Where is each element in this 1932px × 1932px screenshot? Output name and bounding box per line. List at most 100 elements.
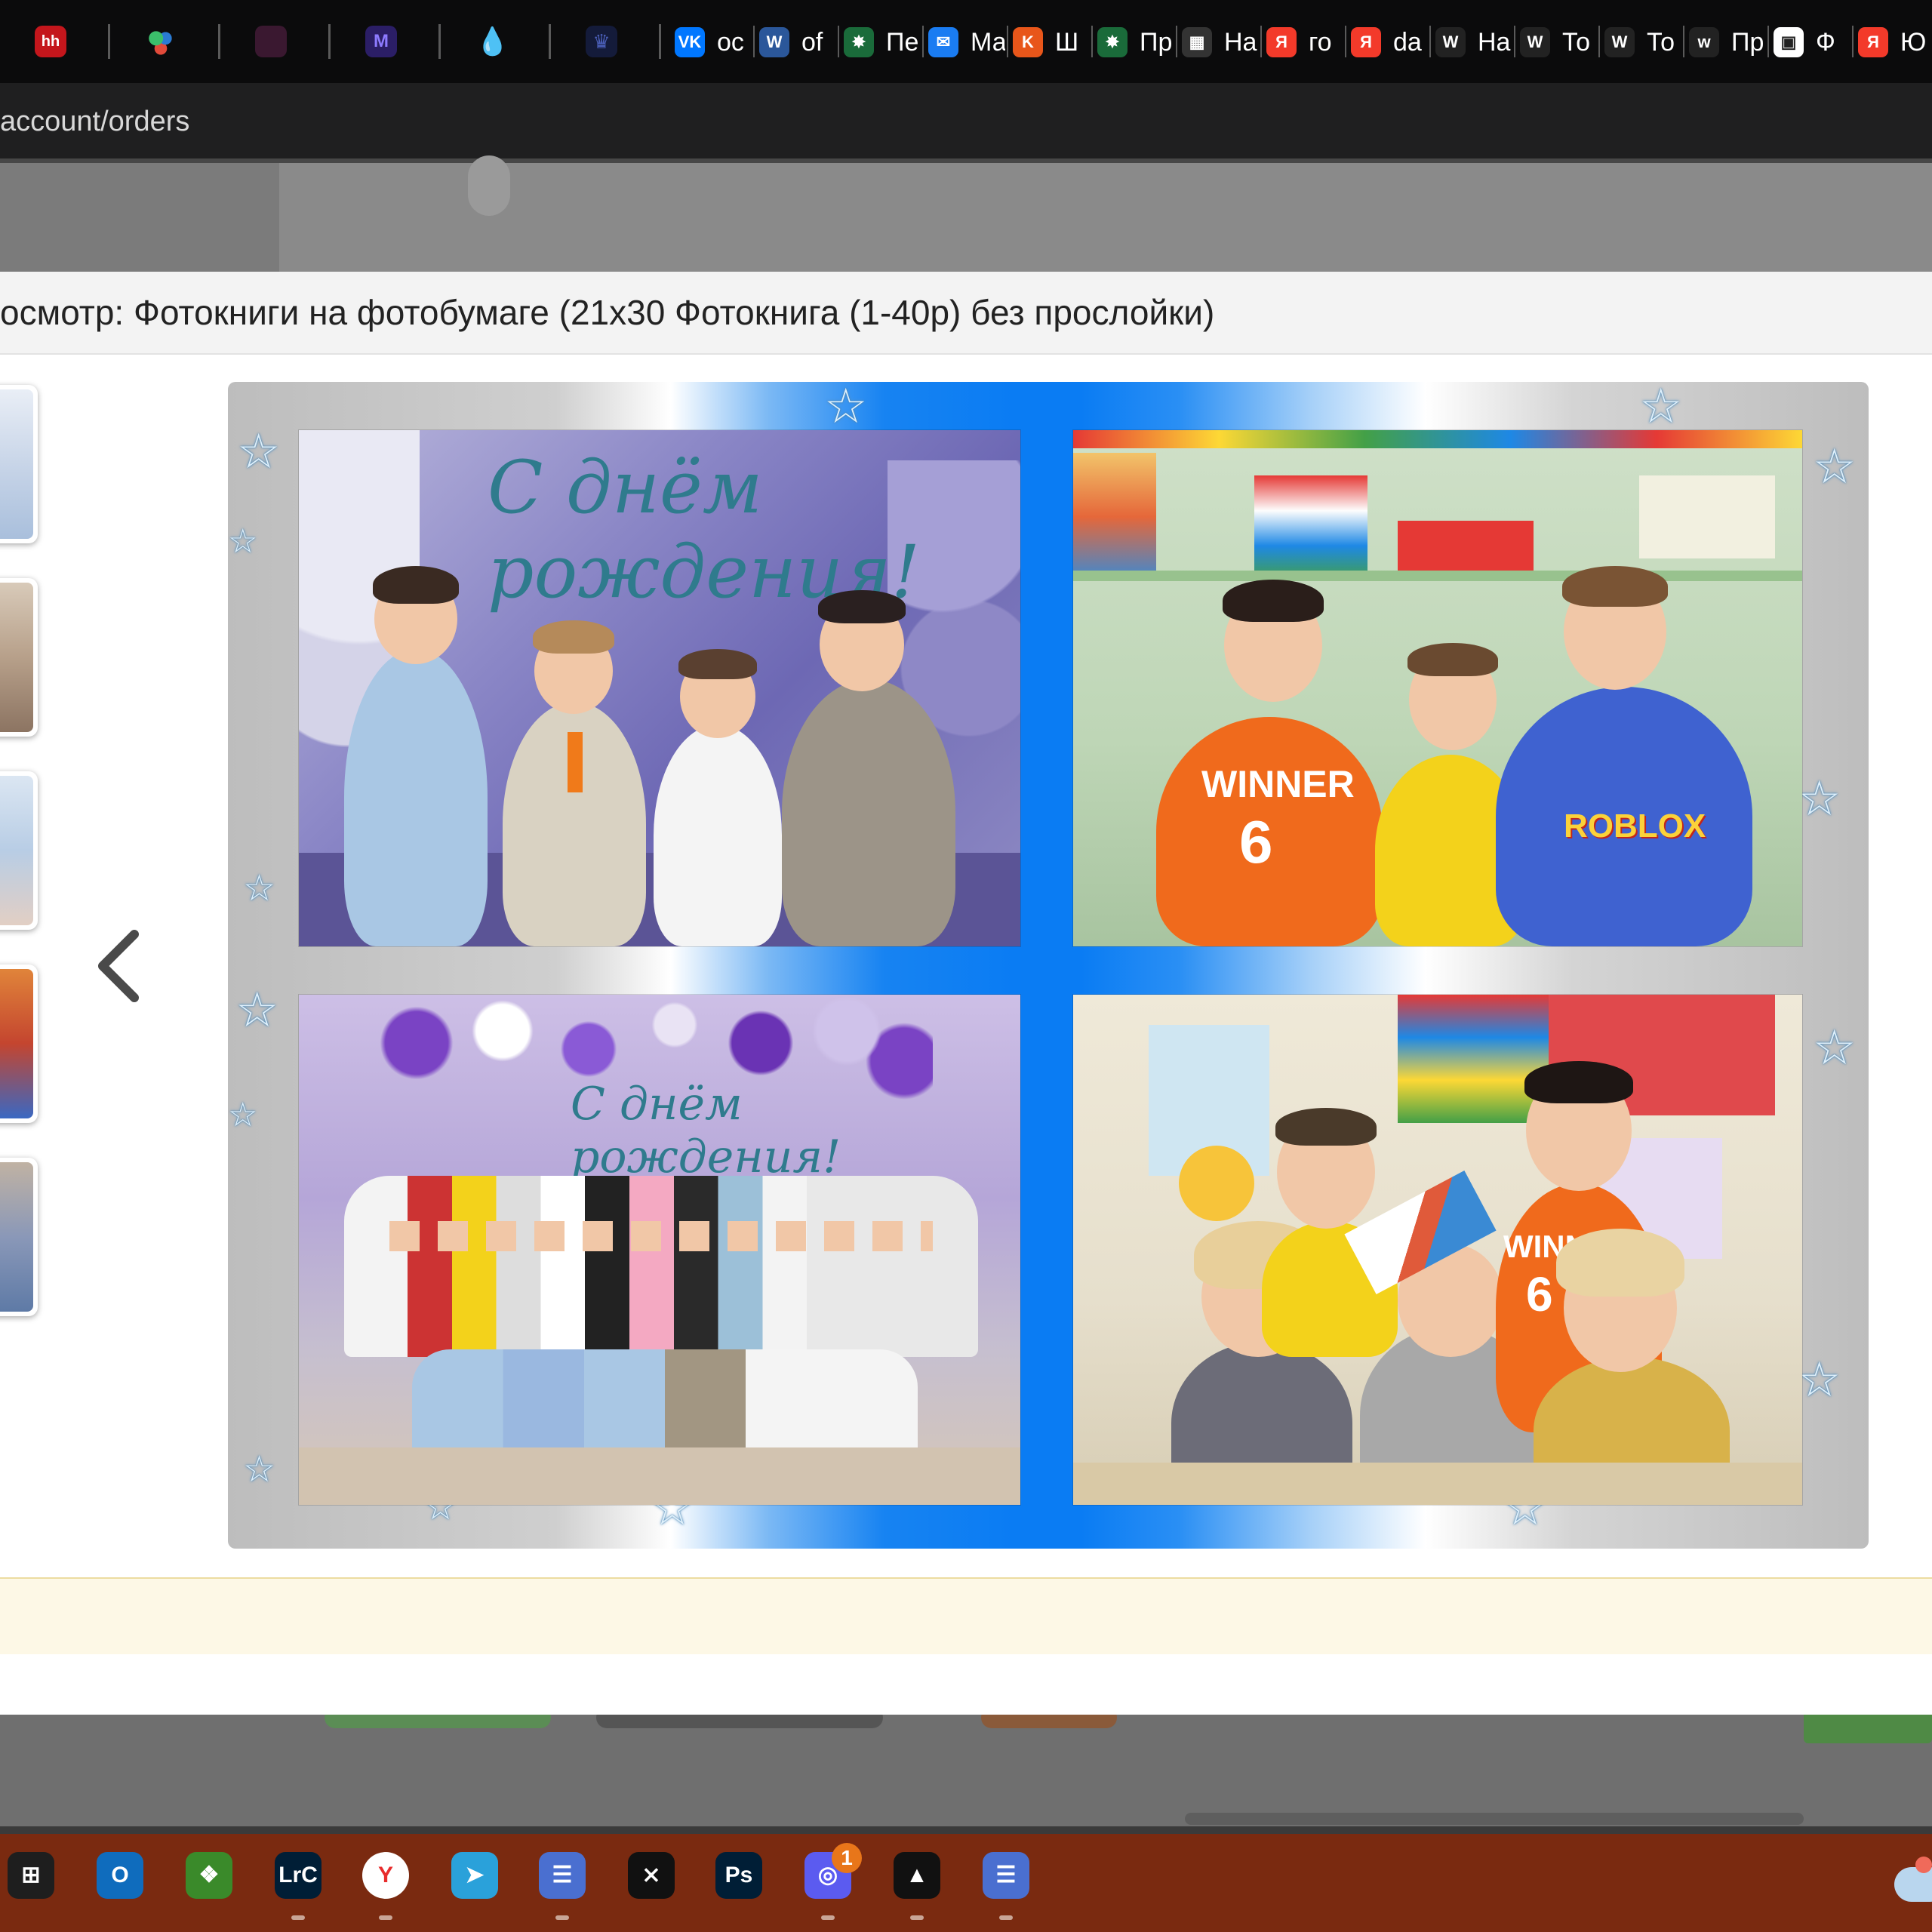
thumbnail-2[interactable] xyxy=(0,578,38,737)
photoshop-icon[interactable]: Ps xyxy=(715,1852,762,1899)
photo-boys-shelves[interactable]: WINNER 6 ROBLOX xyxy=(1073,430,1802,946)
shirt-text: ROBLOX xyxy=(1564,808,1706,844)
bookshelf xyxy=(1398,995,1549,1123)
browser-tab[interactable]: ▣ Ф xyxy=(1769,0,1854,83)
browser-tab[interactable]: W На xyxy=(1431,0,1515,83)
puzzle-icon[interactable]: ❖ xyxy=(186,1852,232,1899)
browser-tab[interactable]: Wof xyxy=(755,0,839,83)
browser-tab-strip: hh M 💧 ♛ VK oc Wof ✸ Пе ✉ Ма K Ш ✸ Пр ▦ На Яго Яda W На W… xyxy=(0,0,1932,83)
pinned-tab-6[interactable]: ♛ xyxy=(551,0,661,83)
dots-app-icon xyxy=(145,26,177,57)
yandex-browser-icon[interactable]: Y xyxy=(362,1852,409,1899)
boy-hair xyxy=(1223,580,1324,622)
running-indicator xyxy=(910,1915,924,1920)
star-decoration: ☆ xyxy=(1639,382,1683,433)
pinned-tab-2[interactable] xyxy=(110,0,220,83)
browser-tab[interactable]: KШ xyxy=(1008,0,1093,83)
grid-icon: ▣ xyxy=(1774,27,1804,57)
browser-tab[interactable]: ЯЮ xyxy=(1854,0,1932,83)
outlook-icon[interactable]: O xyxy=(97,1852,143,1899)
thumbnail-1[interactable] xyxy=(0,385,38,543)
thumbnail-5[interactable] xyxy=(0,1158,38,1316)
start-icon[interactable]: ⊞ xyxy=(8,1852,54,1899)
boy-hair xyxy=(678,649,757,679)
browser-tab[interactable]: w Пр xyxy=(1684,0,1769,83)
thumbnail-image xyxy=(0,583,33,732)
running-indicator xyxy=(999,1915,1013,1920)
address-bar[interactable]: account/orders xyxy=(0,83,1932,163)
thumbnail-3[interactable] xyxy=(0,771,38,930)
boy-hair xyxy=(533,620,614,654)
browser-tab[interactable]: ✸ Пр xyxy=(1093,0,1177,83)
star-decoration: ☆ xyxy=(228,1097,258,1134)
star-decoration: ☆ xyxy=(235,983,279,1037)
yandex-icon: Я xyxy=(1351,27,1381,57)
thumbnail-4[interactable] xyxy=(0,964,38,1123)
browser-tab[interactable]: ✉ Ма xyxy=(924,0,1008,83)
tab-title: На xyxy=(1224,28,1257,57)
pinned-tab-5[interactable]: 💧 xyxy=(441,0,551,83)
pinned-tab-4[interactable]: M xyxy=(331,0,441,83)
telegram-icon[interactable]: ➤ xyxy=(451,1852,498,1899)
star-decoration: ☆ xyxy=(243,869,276,909)
capcut-icon[interactable]: ⨯ xyxy=(628,1852,675,1899)
toys-row xyxy=(1073,430,1802,448)
url-text[interactable]: account/orders xyxy=(0,103,189,140)
ghost-icon[interactable]: ▲ xyxy=(894,1852,940,1899)
pinned-tab-hh[interactable]: hh xyxy=(0,0,110,83)
browser-tab[interactable]: ▦ На xyxy=(1177,0,1262,83)
star-decoration: ☆ xyxy=(1813,439,1857,494)
table xyxy=(1073,1463,1802,1505)
chevron-left-icon xyxy=(98,930,139,1002)
star-decoration: ☆ xyxy=(237,424,281,478)
w-icon: W xyxy=(1435,27,1466,57)
container xyxy=(1639,475,1775,558)
browser-tab[interactable]: ✸ Пе xyxy=(839,0,924,83)
thumbnail-image xyxy=(0,1162,33,1312)
smiley xyxy=(1179,1146,1254,1221)
browser-tab[interactable]: W То xyxy=(1600,0,1684,83)
tab-title: Ш xyxy=(1055,28,1079,57)
teams-icon-2[interactable]: ☰ xyxy=(983,1852,1029,1899)
tab-title: То xyxy=(1562,28,1591,57)
pinned-tab-3[interactable] xyxy=(220,0,331,83)
boy-hair xyxy=(373,566,459,604)
shirt-number: 6 xyxy=(1526,1267,1553,1321)
drop-app-icon: 💧 xyxy=(475,26,509,57)
children-standing xyxy=(344,1176,978,1357)
boy-beige-suit xyxy=(782,679,955,946)
crown-app-icon: ♛ xyxy=(586,26,617,57)
star-decoration: ☆ xyxy=(824,382,868,433)
birthday-caption: С днём рождения! xyxy=(571,1078,841,1183)
star-decoration: ☆ xyxy=(1798,771,1841,826)
photobook-spread: ☆ ☆ ☆ ☆ ☆ ☆ ☆ ☆ ☆ ☆ ☆ ☆ ☆ ☆ ☆ С днём рож… xyxy=(228,382,1869,1549)
boy-white-shirt xyxy=(654,724,782,946)
star-decoration: ☆ xyxy=(1813,1020,1857,1075)
lightroom-icon[interactable]: LrC xyxy=(275,1852,321,1899)
page-logo-dimmed xyxy=(468,155,510,216)
teams-icon[interactable]: ☰ xyxy=(539,1852,586,1899)
previous-page-button[interactable] xyxy=(85,921,152,1011)
calendar-icon: ▦ xyxy=(1182,27,1212,57)
tab-title: Ю xyxy=(1900,28,1927,57)
tab-title: Ма xyxy=(971,28,1005,57)
modal-footer xyxy=(0,1654,1932,1715)
photo-kids-book[interactable]: WINNER 6 xyxy=(1073,995,1802,1505)
boy-hair xyxy=(1524,1061,1633,1103)
photo-group[interactable]: С днём рождения! xyxy=(299,995,1020,1505)
photo-birthday-boys[interactable]: С днём рождения! xyxy=(299,430,1020,946)
shelf xyxy=(1073,571,1802,581)
browser-tab[interactable]: Яda xyxy=(1346,0,1431,83)
boy-hair xyxy=(1562,566,1668,607)
browser-tab[interactable]: VK oc xyxy=(670,0,755,83)
running-indicator xyxy=(291,1915,305,1920)
girl-hair xyxy=(1556,1229,1684,1297)
orange-tie xyxy=(568,732,583,792)
chat-icon: ✉ xyxy=(928,27,958,57)
browser-tab[interactable]: Яго xyxy=(1262,0,1346,83)
running-indicator xyxy=(555,1915,569,1920)
browser-tab[interactable]: W То xyxy=(1515,0,1600,83)
boy-blue-shirt: ROBLOX xyxy=(1496,687,1752,946)
w-icon: W xyxy=(1520,27,1550,57)
boy-hair xyxy=(818,590,906,623)
